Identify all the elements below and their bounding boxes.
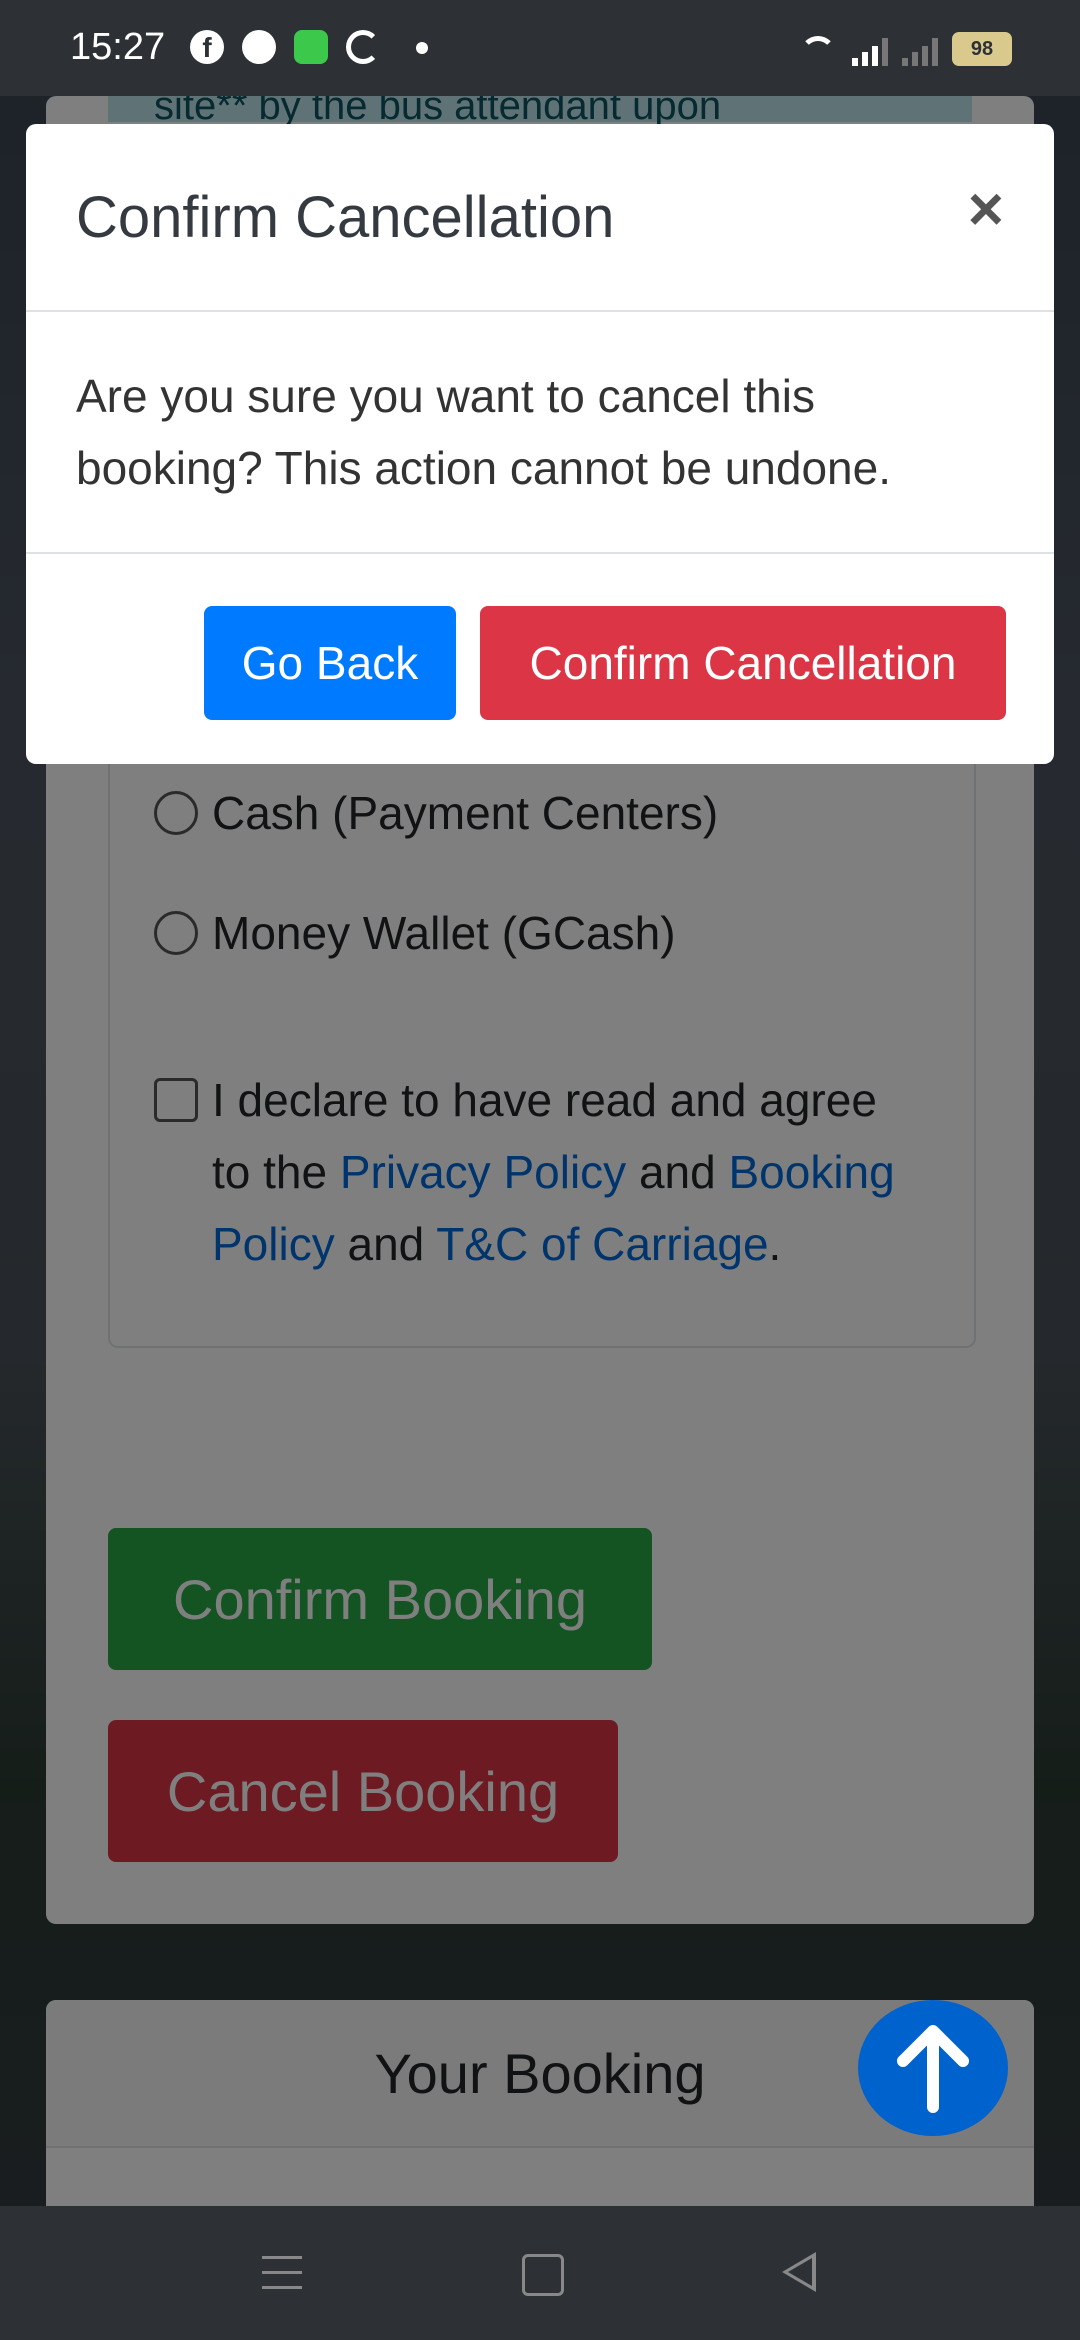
facebook-icon: f <box>190 30 224 64</box>
messenger-icon <box>242 30 276 64</box>
status-right-icons: 98 <box>798 30 1012 66</box>
signal-icon <box>852 34 888 66</box>
confirm-cancellation-button[interactable]: Confirm Cancellation <box>480 606 1006 720</box>
go-back-button[interactable]: Go Back <box>204 606 456 720</box>
status-bar: 15:27 f 98 <box>0 0 1080 96</box>
modal-body: Are you sure you want to cancel this boo… <box>76 370 891 494</box>
navigation-bar <box>0 2206 1080 2340</box>
wifi-icon <box>798 36 838 66</box>
battery-icon: 98 <box>952 32 1012 66</box>
modal-footer: Go Back Confirm Cancellation <box>26 552 1054 764</box>
modal-title: Confirm Cancellation <box>76 185 615 250</box>
signal-icon-2 <box>902 34 938 66</box>
modal-header: Confirm Cancellation × <box>26 124 1054 312</box>
arrow-up-icon <box>897 2025 969 2113</box>
g-icon <box>346 30 380 64</box>
status-time: 15:27 <box>70 26 166 68</box>
chat-icon <box>294 30 328 64</box>
home-icon[interactable] <box>522 2254 564 2296</box>
confirm-cancellation-modal: Confirm Cancellation × Are you sure you … <box>26 124 1054 764</box>
menu-icon[interactable] <box>262 2256 302 2290</box>
dot-icon <box>416 42 428 54</box>
back-icon[interactable] <box>782 2252 816 2292</box>
close-icon[interactable]: × <box>968 179 1004 241</box>
scroll-to-top-button[interactable] <box>858 2000 1008 2136</box>
